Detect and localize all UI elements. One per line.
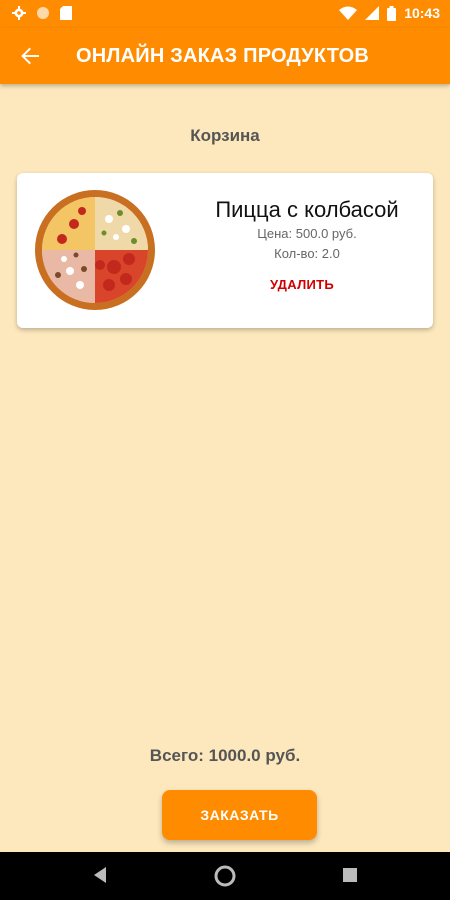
cart-item-card: Пицца с колбасой Цена: 500.0 руб. Кол-во… <box>17 173 433 328</box>
cart-title: Корзина <box>190 126 260 145</box>
status-left-icons <box>12 6 72 20</box>
back-button[interactable] <box>14 40 46 72</box>
status-bar: 10:43 <box>0 0 450 28</box>
item-qty-label: Кол-во: <box>274 246 319 261</box>
gear-icon <box>12 6 26 20</box>
status-time: 10:43 <box>404 5 440 21</box>
battery-icon <box>387 5 397 21</box>
total-label: Всего: <box>149 746 204 765</box>
item-price-value: 500.0 руб. <box>295 226 357 241</box>
circle-icon <box>37 7 49 19</box>
wifi-icon <box>339 6 358 20</box>
signal-icon <box>365 6 380 20</box>
item-price: Цена: 500.0 руб. <box>217 226 397 241</box>
item-price-label: Цена: <box>257 226 293 241</box>
item-quantity: Кол-во: 2.0 <box>217 246 397 261</box>
home-circle-icon[interactable] <box>214 865 236 887</box>
app-bar-title: ОНЛАЙН ЗАКАЗ ПРОДУКТОВ <box>76 45 370 67</box>
arrow-back-icon <box>21 47 39 65</box>
app-bar: ОНЛАЙН ЗАКАЗ ПРОДУКТОВ <box>0 28 450 84</box>
total: Всего: 1000.0 руб. <box>0 746 450 766</box>
total-value: 1000.0 руб. <box>208 746 301 765</box>
sd-card-icon <box>60 6 72 20</box>
item-name: Пицца с колбасой <box>215 197 399 222</box>
delete-button[interactable]: УДАЛИТЬ <box>257 277 347 292</box>
order-button[interactable]: ЗАКАЗАТЬ <box>162 790 317 840</box>
recents-square-icon[interactable] <box>342 867 358 883</box>
status-right-icons: 10:43 <box>339 5 440 21</box>
item-qty-value: 2.0 <box>321 246 340 261</box>
back-triangle-icon[interactable] <box>92 866 108 884</box>
pizza-image <box>35 190 155 310</box>
nav-bar <box>0 852 450 900</box>
